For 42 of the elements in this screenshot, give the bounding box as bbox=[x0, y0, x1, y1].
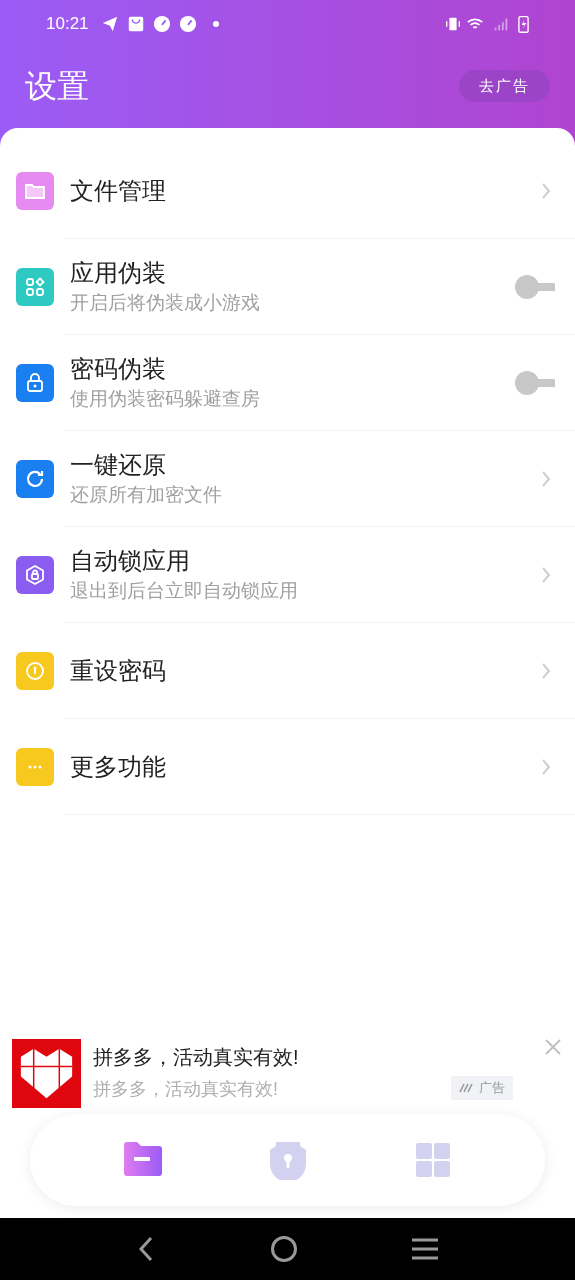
item-subtitle: 退出到后台立即自动锁应用 bbox=[70, 579, 299, 603]
item-title: 文件管理 bbox=[70, 176, 167, 206]
item-title: 自动锁应用 bbox=[70, 546, 191, 576]
settings-row[interactable]: 一键还原 还原所有加密文件 bbox=[0, 431, 575, 527]
battery-icon bbox=[518, 14, 529, 34]
chevron-icon bbox=[541, 470, 551, 488]
ad-subtitle: 拼多多，活动真实有效! bbox=[93, 1078, 279, 1101]
lock-icon bbox=[267, 1140, 308, 1180]
close-icon[interactable] bbox=[545, 1039, 561, 1055]
item-subtitle: 开启后将伪装成小游戏 bbox=[70, 291, 261, 315]
toggle-switch[interactable] bbox=[515, 275, 555, 299]
item-title: 更多功能 bbox=[70, 752, 167, 782]
item-title: 一键还原 bbox=[70, 450, 167, 480]
app-logo-icon bbox=[12, 1039, 81, 1108]
item-subtitle: 使用伪装密码躲避查房 bbox=[70, 387, 261, 411]
page-title: 设置 bbox=[25, 67, 89, 106]
gauge-icon bbox=[152, 15, 171, 33]
chevron-icon bbox=[541, 662, 551, 680]
settings-row[interactable]: 自动锁应用 退出到后台立即自动锁应用 bbox=[0, 527, 575, 623]
chevron-icon bbox=[541, 182, 551, 200]
vibrate-icon bbox=[444, 15, 462, 33]
settings-row[interactable]: 更多功能 bbox=[0, 719, 575, 815]
toggle-switch[interactable] bbox=[515, 371, 555, 395]
remove-ads-button[interactable]: 去广告 bbox=[459, 70, 550, 102]
settings-row[interactable]: 重设密码 bbox=[0, 623, 575, 719]
item-title: 密码伪装 bbox=[70, 354, 167, 384]
ad-label: 广告 bbox=[451, 1076, 513, 1100]
settings-row[interactable]: 密码伪装 使用伪装密码躲避查房 bbox=[0, 335, 575, 431]
gauge-icon bbox=[178, 15, 197, 33]
ad-mark-icon bbox=[459, 1082, 475, 1093]
bag-icon bbox=[126, 15, 145, 33]
item-title: 重设密码 bbox=[70, 656, 167, 686]
settings-row[interactable]: 应用伪装 开启后将伪装成小游戏 bbox=[0, 239, 575, 335]
chevron-icon bbox=[541, 758, 551, 776]
ad-title[interactable]: 拼多多，活动真实有效! bbox=[93, 1042, 451, 1072]
item-title: 应用伪装 bbox=[70, 258, 167, 288]
home-icon[interactable] bbox=[269, 1235, 298, 1263]
menu-icon[interactable] bbox=[410, 1237, 439, 1261]
item-subtitle: 还原所有加密文件 bbox=[70, 483, 223, 507]
settings-row[interactable]: 文件管理 bbox=[0, 143, 575, 239]
clock: 10:21 bbox=[46, 13, 89, 36]
chevron-icon bbox=[541, 566, 551, 584]
